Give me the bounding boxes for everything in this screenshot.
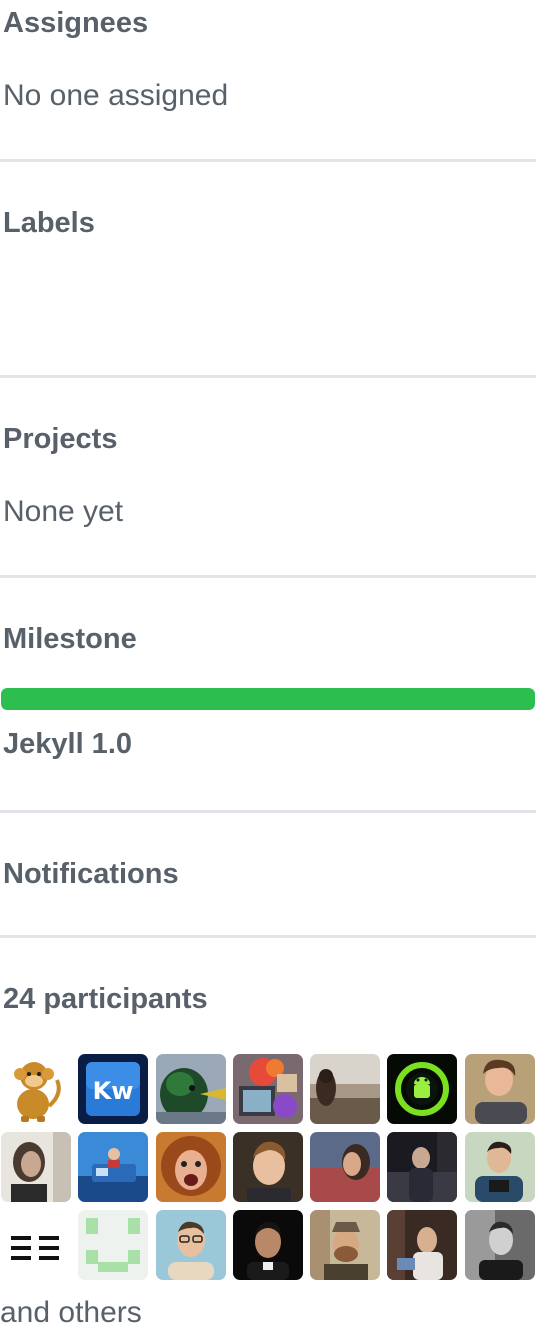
avatar[interactable] bbox=[233, 1132, 303, 1202]
divider bbox=[0, 935, 536, 938]
milestone-heading[interactable]: Milestone bbox=[3, 623, 137, 656]
milestone-progress-fill bbox=[1, 688, 535, 710]
assignees-value: No one assigned bbox=[3, 79, 229, 112]
assignees-heading[interactable]: Assignees bbox=[3, 7, 148, 40]
divider bbox=[0, 159, 536, 162]
projects-value: None yet bbox=[3, 495, 124, 528]
avatar[interactable] bbox=[387, 1054, 457, 1124]
avatar[interactable] bbox=[156, 1054, 226, 1124]
avatar[interactable] bbox=[1, 1210, 71, 1280]
avatar[interactable] bbox=[233, 1210, 303, 1280]
avatar[interactable] bbox=[310, 1132, 380, 1202]
avatar[interactable] bbox=[465, 1210, 535, 1280]
kw-logo-text: Kw bbox=[93, 1077, 134, 1105]
divider bbox=[0, 375, 536, 378]
avatar[interactable] bbox=[78, 1132, 148, 1202]
avatar[interactable] bbox=[387, 1132, 457, 1202]
avatar[interactable] bbox=[233, 1054, 303, 1124]
labels-heading[interactable]: Labels bbox=[3, 207, 95, 240]
projects-heading[interactable]: Projects bbox=[3, 423, 117, 456]
avatar[interactable] bbox=[465, 1054, 535, 1124]
avatar[interactable] bbox=[78, 1210, 148, 1280]
avatar[interactable] bbox=[310, 1054, 380, 1124]
avatar[interactable] bbox=[310, 1210, 380, 1280]
divider bbox=[0, 810, 536, 813]
participants-avatars: Kw bbox=[0, 1054, 536, 1284]
participants-others: and others bbox=[0, 1296, 142, 1329]
milestone-progress-bar bbox=[1, 688, 535, 710]
avatar[interactable]: Kw bbox=[78, 1054, 148, 1124]
avatar[interactable] bbox=[465, 1132, 535, 1202]
avatar[interactable] bbox=[387, 1210, 457, 1280]
avatar[interactable] bbox=[156, 1132, 226, 1202]
avatar[interactable] bbox=[1, 1132, 71, 1202]
notifications-heading: Notifications bbox=[3, 858, 179, 890]
avatar[interactable] bbox=[156, 1210, 226, 1280]
avatar[interactable] bbox=[1, 1054, 71, 1124]
participants-heading: 24 participants bbox=[3, 983, 208, 1015]
divider bbox=[0, 575, 536, 578]
milestone-title-link[interactable]: Jekyll 1.0 bbox=[3, 728, 132, 761]
